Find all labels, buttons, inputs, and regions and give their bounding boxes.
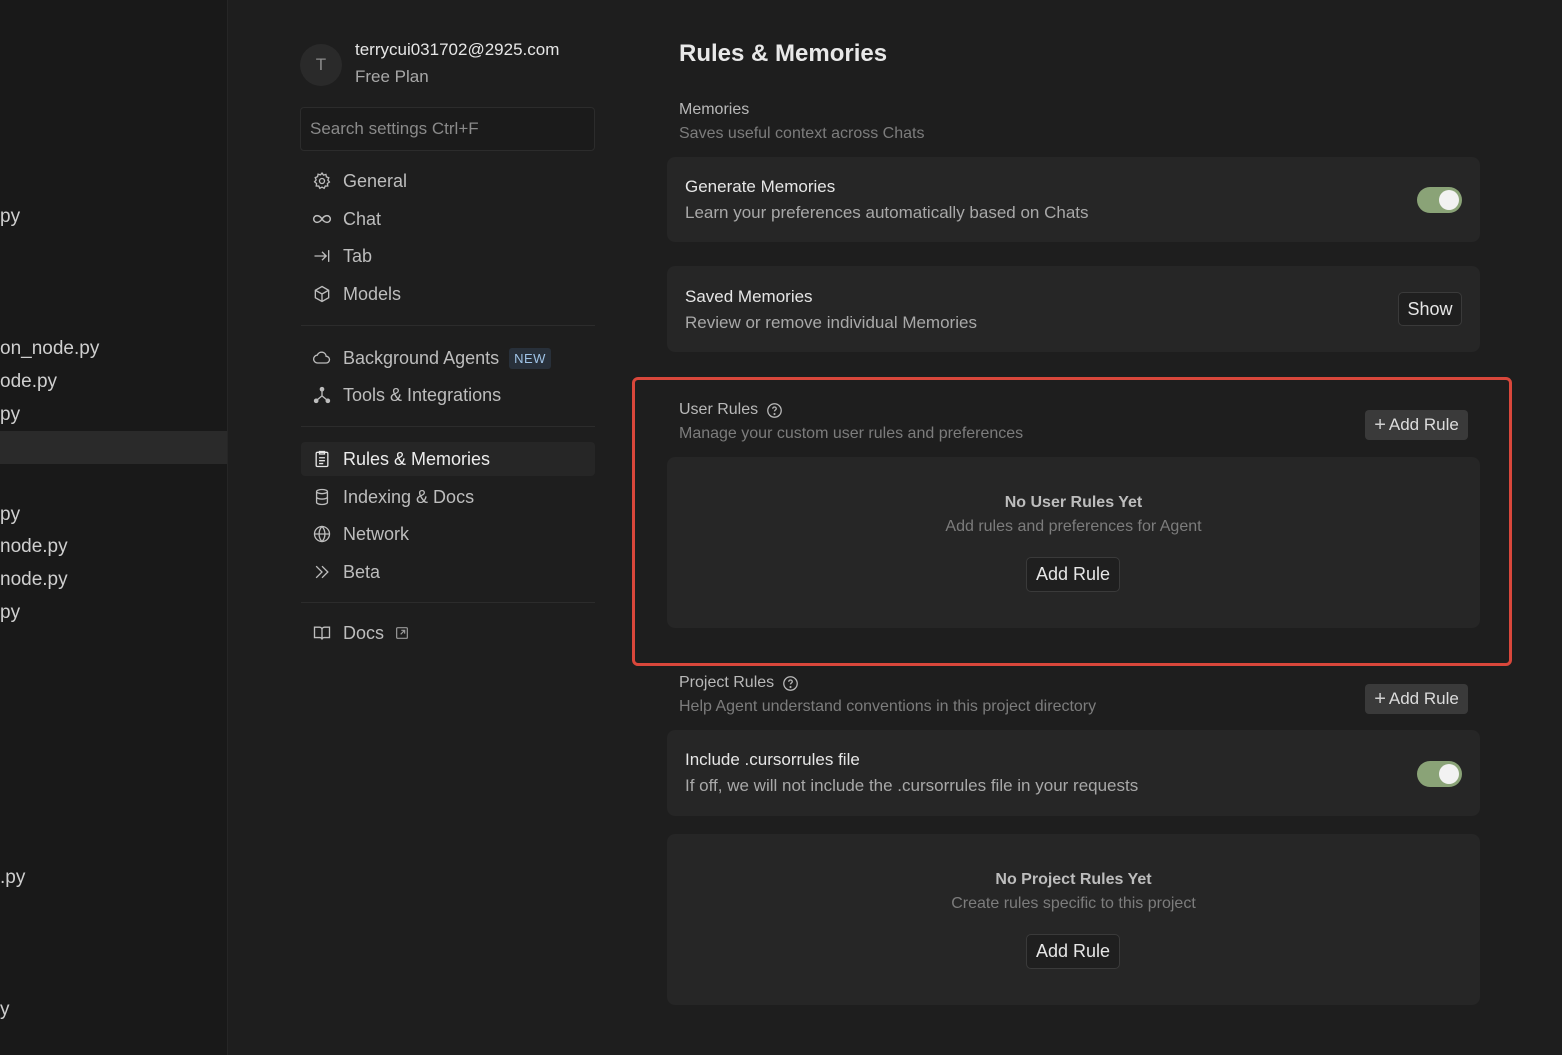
cursorrules-card: Include .cursorrules file If off, we wil… (667, 730, 1480, 816)
memories-section-title: Memories (679, 101, 749, 119)
generate-memories-toggle[interactable] (1417, 187, 1462, 213)
database-icon (311, 486, 333, 508)
setting-desc: Learn your preferences automatically bas… (685, 203, 1089, 222)
cursorrules-toggle[interactable] (1417, 761, 1462, 787)
file-explorer: py on_node.py ode.py py py node.py node.… (0, 0, 228, 1055)
nav-item-background-agents[interactable]: Background Agents NEW (301, 341, 595, 375)
nav-label: Rules & Memories (343, 448, 491, 469)
add-project-rule-empty-button[interactable]: Add Rule (1026, 934, 1120, 969)
nav-item-models[interactable]: Models (301, 277, 595, 311)
nav-label: Docs (343, 622, 385, 643)
account-email: terrycui031702@2925.com (355, 40, 560, 59)
file-item[interactable]: py (0, 404, 20, 426)
setting-title: Saved Memories (685, 287, 813, 306)
project-rules-section-subtitle: Help Agent understand conventions in thi… (679, 698, 1097, 715)
nav-divider (301, 426, 595, 427)
nav-label: Background Agents (343, 347, 500, 368)
setting-desc: If off, we will not include the .cursorr… (685, 776, 1139, 795)
account-plan: Free Plan (355, 67, 429, 86)
file-item[interactable]: .py (0, 867, 25, 889)
file-item[interactable]: node.py (0, 536, 68, 558)
file-item[interactable]: on_node.py (0, 338, 99, 360)
account-header: T terrycui031702@2925.com Free Plan (300, 40, 600, 90)
cloud-icon (311, 347, 333, 369)
show-memories-button[interactable]: Show (1398, 292, 1462, 326)
infinity-icon (311, 208, 333, 230)
search-input[interactable] (300, 107, 595, 151)
external-link-icon (394, 625, 410, 641)
nav-label: Tools & Integrations (343, 384, 502, 405)
page-title: Rules & Memories (679, 40, 888, 67)
setting-title: Generate Memories (685, 177, 836, 196)
saved-memories-card: Saved Memories Review or remove individu… (667, 266, 1480, 352)
book-open-icon (311, 622, 333, 644)
nav-item-network[interactable]: Network (301, 517, 595, 551)
nodes-icon (311, 384, 333, 406)
clipboard-list-icon (311, 448, 333, 470)
add-project-rule-button[interactable]: + Add Rule (1365, 684, 1468, 714)
empty-desc: Create rules specific to this project (951, 895, 1196, 912)
file-item[interactable]: y (0, 999, 10, 1021)
nav-label: Chat (343, 208, 382, 229)
nav-item-beta[interactable]: Beta (301, 555, 595, 589)
file-item[interactable]: py (0, 504, 20, 526)
nav-item-rules-memories[interactable]: Rules & Memories (301, 442, 595, 476)
project-rules-empty-state: No Project Rules Yet Create rules specif… (667, 834, 1480, 1005)
nav-divider (301, 602, 595, 603)
new-badge: NEW (509, 347, 551, 369)
highlight-box (632, 377, 1512, 666)
nav-item-general[interactable]: General (301, 164, 595, 198)
plus-icon: + (1374, 687, 1386, 710)
globe-icon (311, 523, 333, 545)
nav-label: General (343, 170, 408, 191)
chevrons-right-icon (311, 561, 333, 583)
generate-memories-card: Generate Memories Learn your preferences… (667, 157, 1480, 242)
arrow-right-to-line-icon (311, 245, 333, 267)
nav-label: Indexing & Docs (343, 486, 475, 507)
setting-title: Include .cursorrules file (685, 750, 860, 769)
nav-item-chat[interactable]: Chat (301, 202, 595, 236)
file-item[interactable]: ode.py (0, 371, 57, 393)
add-rule-label: Add Rule (1388, 689, 1459, 708)
empty-title: No Project Rules Yet (995, 871, 1152, 888)
project-rules-section-title: Project Rules (679, 674, 799, 692)
nav-item-docs[interactable]: Docs (301, 616, 595, 650)
avatar[interactable]: T (300, 44, 342, 86)
nav-label: Models (343, 283, 402, 304)
nav-label: Beta (343, 561, 381, 582)
memories-section-subtitle: Saves useful context across Chats (679, 125, 925, 142)
nav-item-indexing-docs[interactable]: Indexing & Docs (301, 480, 595, 514)
nav-item-tab[interactable]: Tab (301, 239, 595, 273)
file-item[interactable]: py (0, 206, 20, 228)
nav-label: Network (343, 523, 410, 544)
cube-icon (311, 283, 333, 305)
file-item[interactable]: py (0, 602, 20, 624)
help-circle-icon[interactable] (782, 675, 799, 692)
nav-divider (301, 325, 595, 326)
nav-label: Tab (343, 245, 373, 266)
setting-desc: Review or remove individual Memories (685, 313, 977, 332)
section-title-text: Memories (679, 101, 750, 118)
nav-item-tools[interactable]: Tools & Integrations (301, 378, 595, 412)
gear-icon (311, 170, 333, 192)
section-title-text: Project Rules (679, 674, 775, 691)
file-item[interactable]: node.py (0, 569, 68, 591)
selected-file-row[interactable] (0, 431, 227, 464)
